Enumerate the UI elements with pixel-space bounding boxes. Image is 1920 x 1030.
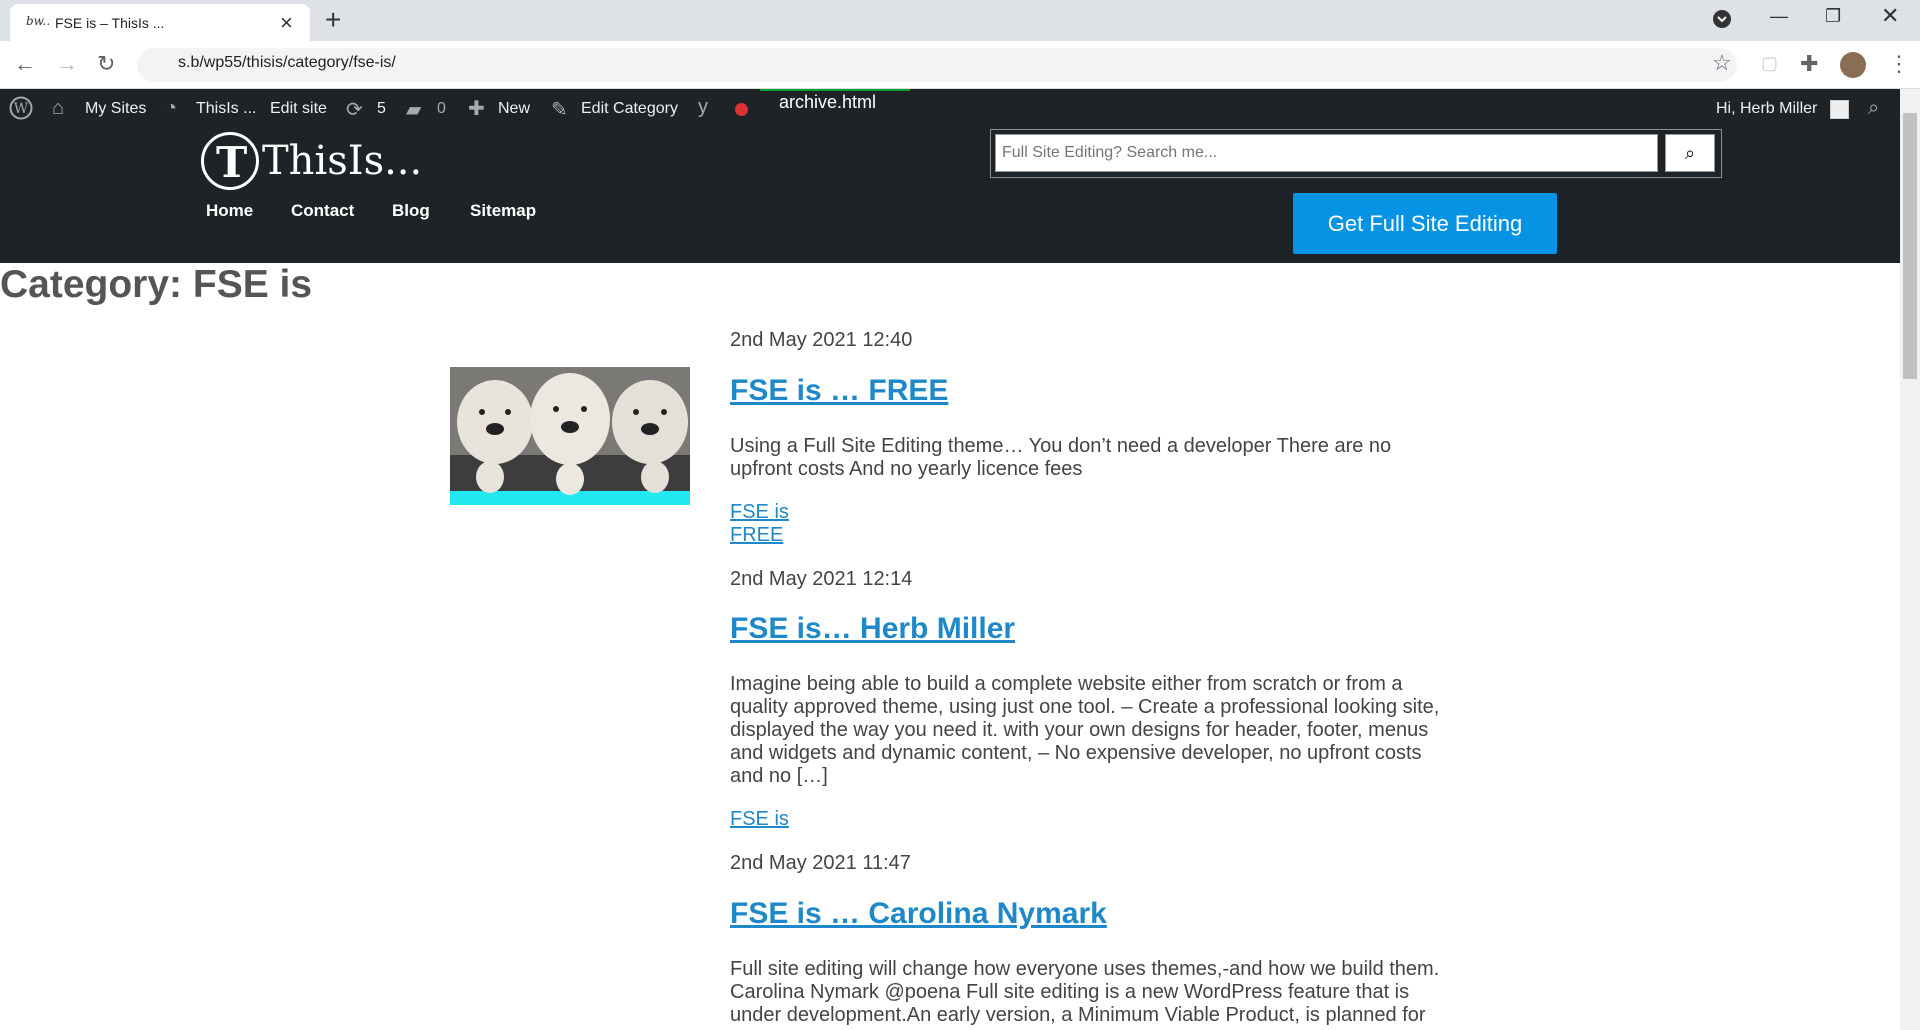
post-tag-link[interactable]: FREE	[730, 524, 783, 547]
wordpress-logo-icon[interactable]: W	[9, 96, 33, 126]
url-text: s.b/wp55/thisis/category/fse-is/	[178, 54, 396, 71]
new-content-link[interactable]: New	[498, 100, 530, 118]
edit-site-link[interactable]: Edit site	[270, 100, 327, 118]
page-title: Category: FSE is	[0, 263, 313, 306]
tab-search-icon[interactable]	[1712, 9, 1732, 34]
teddy-bears-image	[450, 367, 690, 505]
edit-category-link[interactable]: Edit Category	[581, 100, 678, 118]
template-indicator-bar	[760, 89, 910, 91]
reload-icon[interactable]: ↻	[97, 51, 115, 77]
updates-icon: ⟳	[346, 99, 363, 121]
search-input[interactable]	[995, 134, 1658, 172]
browser-menu-icon[interactable]: ⋮	[1888, 51, 1910, 77]
get-fse-button[interactable]: Get Full Site Editing	[1293, 193, 1557, 254]
scrollbar-thumb[interactable]	[1903, 113, 1917, 379]
comments-count[interactable]: 0	[437, 100, 446, 118]
svg-text:W: W	[14, 101, 29, 117]
template-name: archive.html	[779, 92, 877, 112]
site-favicon-icon: bw..	[26, 14, 51, 28]
restore-icon[interactable]: ❐	[1825, 6, 1841, 27]
nav-blog[interactable]: Blog	[392, 201, 430, 221]
search-icon: ⌕	[1684, 143, 1696, 163]
browser-toolbar: ← → ↻ s.b/wp55/thisis/category/fse-is/ ☆…	[0, 41, 1920, 109]
seo-status-dot	[735, 103, 748, 116]
plus-icon: ✚	[468, 98, 485, 120]
admin-search-icon[interactable]: ⌕	[1868, 97, 1879, 120]
comments-icon: ▰	[406, 99, 422, 121]
back-arrow-icon[interactable]: ←	[14, 51, 36, 77]
nav-contact[interactable]: Contact	[291, 201, 354, 221]
my-sites-link[interactable]: My Sites	[85, 100, 146, 118]
close-window-icon[interactable]: ✕	[1881, 3, 1899, 29]
browser-tab[interactable]: bw.. FSE is – ThisIs ... ×	[10, 4, 310, 41]
tab-title: FSE is – ThisIs ...	[55, 15, 165, 31]
dashboard-icon: ◔	[165, 97, 178, 119]
post-title-link[interactable]: FSE is … FREE	[730, 374, 948, 408]
post-featured-image[interactable]	[450, 367, 690, 505]
extensions-puzzle-icon[interactable]: ✚	[1800, 51, 1818, 77]
site-logo-text[interactable]: ThisIs...	[262, 138, 422, 184]
profile-avatar[interactable]	[1840, 52, 1866, 78]
site-name-link[interactable]: ThisIs ...	[196, 100, 256, 118]
pencil-icon: ✎	[551, 99, 568, 121]
bookmark-star-icon[interactable]: ☆	[1712, 50, 1732, 76]
post-date: 2nd May 2021 12:40	[730, 329, 913, 351]
forward-arrow-icon[interactable]: →	[56, 51, 78, 77]
user-avatar[interactable]	[1830, 100, 1849, 119]
extension-icon[interactable]: ▢	[1761, 53, 1778, 74]
post-excerpt: Full site editing will change how everyo…	[730, 958, 1440, 1026]
tab-close-icon[interactable]: ×	[280, 10, 293, 36]
minimize-icon[interactable]: —	[1770, 6, 1788, 27]
account-greeting[interactable]: Hi, Herb Miller	[1716, 100, 1817, 118]
post-date: 2nd May 2021 11:47	[730, 852, 911, 874]
post-excerpt: Imagine being able to build a complete w…	[730, 673, 1440, 787]
updates-count[interactable]: 5	[377, 100, 386, 118]
post-date: 2nd May 2021 12:14	[730, 568, 913, 590]
site-logo-mark: T	[216, 138, 248, 187]
post-category-link[interactable]: FSE is	[730, 808, 789, 831]
new-tab-button[interactable]: +	[325, 4, 341, 36]
post-category-link[interactable]: FSE is	[730, 501, 789, 524]
my-sites-icon: ⌂	[52, 97, 65, 119]
post-title-link[interactable]: FSE is… Herb Miller	[730, 612, 1015, 646]
post-title-link[interactable]: FSE is … Carolina Nymark	[730, 897, 1107, 931]
search-button[interactable]: ⌕	[1665, 134, 1715, 172]
post-excerpt: Using a Full Site Editing theme… You don…	[730, 435, 1392, 480]
nav-home[interactable]: Home	[206, 201, 253, 221]
nav-sitemap[interactable]: Sitemap	[470, 201, 536, 221]
yoast-icon[interactable]: y	[698, 96, 708, 119]
